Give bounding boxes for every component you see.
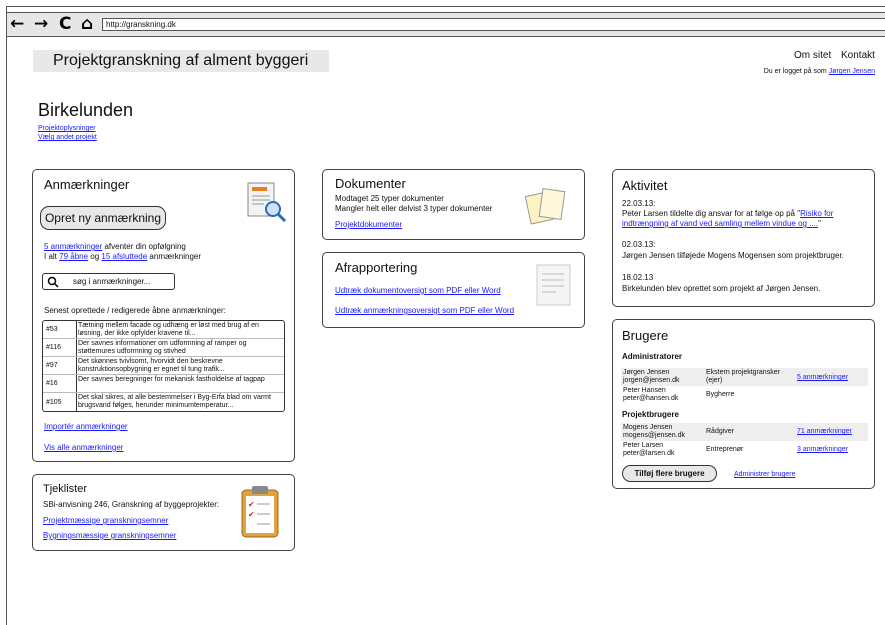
- svg-text:✔: ✔: [248, 510, 255, 519]
- user-remarks-link[interactable]: 3 anmærkninger: [797, 446, 848, 454]
- recent-remarks-label: Senest oprettede / redigerede åbne anmær…: [44, 306, 226, 315]
- user-name: Mogens Jensen: [623, 424, 673, 431]
- remark-id: #116: [46, 343, 62, 351]
- table-row[interactable]: #16 Der savnes beregninger for mekanisk f…: [43, 375, 284, 393]
- remark-text: Det skønnes tvivlsomt, hvorvidt den besk…: [78, 358, 225, 373]
- export-remarks-link[interactable]: Udtræk anmærkningsoversigt som PDF eller…: [335, 306, 514, 316]
- table-row[interactable]: #97 Det skønnes tvivlsomt, hvorvidt den b…: [43, 357, 284, 375]
- project-info-link[interactable]: Projektoplysninger: [38, 125, 96, 132]
- choose-project-link[interactable]: Vælg andet projekt: [38, 134, 97, 141]
- admins-label: Administratorer: [622, 352, 683, 361]
- forward-arrow-icon[interactable]: →: [34, 16, 48, 33]
- user-email: jorgen@jensen.dk: [623, 377, 680, 384]
- table-row[interactable]: #53 Tætning mellem facade og udhæng er lø…: [43, 321, 284, 339]
- remarks-title: Anmærkninger: [44, 177, 130, 192]
- document-search-icon: [247, 182, 287, 222]
- project-checklist-link[interactable]: Projektmæssige granskningsemner: [43, 516, 168, 526]
- remark-id: #105: [46, 399, 62, 406]
- user-role: Bygherre: [706, 391, 735, 398]
- back-arrow-icon[interactable]: ←: [10, 16, 24, 33]
- activity-text: Birkelunden blev oprettet som projekt af…: [622, 284, 821, 293]
- nav-about[interactable]: Om sitet: [794, 50, 831, 61]
- report-document-icon: [536, 264, 571, 306]
- logged-in-prefix: Du er logget på som: [763, 68, 829, 75]
- documents-received: Modtaget 25 typer dokumenter: [335, 194, 444, 203]
- activity-quote-end: ": [818, 219, 821, 228]
- project-title: Birkelunden: [38, 100, 134, 120]
- remark-text: Det skal sikres, at alle bestemmelser i …: [78, 394, 271, 409]
- user-role: Entreprenør: [706, 446, 744, 453]
- user-email: peter@hansen.dk: [623, 395, 679, 402]
- remark-text: Tætning mellem facade og udhæng er løst …: [78, 322, 259, 337]
- user-remarks-link[interactable]: 71 anmærkninger: [797, 428, 852, 436]
- and-text: og: [88, 252, 102, 261]
- reporting-title: Afrapportering: [335, 260, 418, 275]
- search-remarks-input[interactable]: søg i anmærkninger...: [42, 273, 175, 290]
- create-remark-button[interactable]: Opret ny anmærkning: [40, 206, 166, 230]
- total-suffix: anmærkninger: [147, 252, 202, 261]
- table-row[interactable]: #116 Der savnes informationer om udformni…: [43, 339, 284, 357]
- user-row: Mogens Jensen mogens@jensen.dk Rådgiver …: [621, 423, 868, 441]
- show-all-remarks-link[interactable]: Vis alle anmærkninger: [44, 443, 123, 453]
- remark-text: Der savnes beregninger for mekanisk fast…: [78, 376, 265, 383]
- users-panel: [612, 319, 875, 489]
- total-remarks-line: I alt 79 åbne og 15 afsluttede anmærknin…: [44, 252, 201, 262]
- home-icon[interactable]: ⌂: [81, 16, 93, 33]
- user-remarks-link[interactable]: 5 anmærkninger: [797, 374, 848, 382]
- svg-text:✔: ✔: [248, 500, 255, 509]
- activity-text: Peter Larsen tildelte dig ansvar for at …: [622, 209, 872, 229]
- site-title: Projektgranskning af alment byggeri: [33, 50, 329, 72]
- total-prefix: I alt: [44, 252, 60, 261]
- activity-date: 02.03.13:: [622, 240, 656, 249]
- nav-contact[interactable]: Kontakt: [841, 50, 875, 61]
- activity-message: Peter Larsen tildelte dig ansvar for at …: [622, 209, 801, 218]
- user-row: Jørgen Jensen jorgen@jensen.dk Ekstern p…: [621, 368, 868, 386]
- user-name: Peter Larsen: [623, 442, 664, 449]
- pending-remarks-link[interactable]: 5 anmærkninger: [44, 242, 102, 251]
- checklists-title: Tjeklister: [43, 483, 88, 495]
- users-title: Brugere: [622, 328, 669, 343]
- documents-icon: [525, 188, 566, 225]
- activity-date: 22.03.13:: [622, 199, 656, 208]
- user-role: Rådgiver: [706, 428, 735, 435]
- user-name: Peter Hansen: [623, 387, 666, 394]
- documents-title: Dokumenter: [335, 176, 406, 191]
- user-name: Jørgen Jensen: [623, 369, 670, 376]
- manage-users-link[interactable]: Administrer brugere: [734, 470, 795, 480]
- remark-id: #53: [46, 325, 58, 333]
- browser-toolbar: ← → C ⌂ http://granskning.dk: [7, 12, 885, 37]
- checklists-subtitle: SBi-anvisning 246, Granskning af byggepr…: [43, 500, 220, 509]
- add-users-button[interactable]: Tilføj flere brugere: [622, 465, 717, 482]
- user-link[interactable]: Jørgen Jensen: [829, 68, 875, 75]
- logged-in-status: Du er logget på som Jørgen Jensen: [764, 68, 875, 75]
- clipboard-icon: ✔✔: [241, 486, 279, 538]
- user-row: Peter Hansen peter@hansen.dk Bygherre: [621, 386, 868, 404]
- address-bar[interactable]: http://granskning.dk: [102, 18, 885, 31]
- closed-remarks-link[interactable]: 15 afsluttede: [101, 252, 147, 261]
- project-users-label: Projektbrugere: [622, 410, 679, 419]
- documents-missing: Mangler helt eller delvist 3 typer dokum…: [335, 204, 493, 213]
- user-email: peter@larsen.dk: [623, 450, 675, 457]
- remark-text: Der savnes informationer om udformning a…: [78, 340, 247, 355]
- remark-id: #16: [46, 379, 58, 387]
- search-icon: [47, 276, 59, 288]
- building-checklist-link[interactable]: Bygningsmæssige granskningsemner: [43, 531, 176, 541]
- import-remarks-link[interactable]: Importér anmærkninger: [44, 422, 128, 432]
- table-row[interactable]: #105 Det skal sikres, at alle bestemmelse…: [43, 393, 284, 411]
- pending-remarks-text: afventer din opfølgning: [102, 242, 186, 251]
- project-documents-link[interactable]: Projektdokumenter: [335, 220, 402, 230]
- activity-title: Aktivitet: [622, 178, 668, 193]
- user-row: Peter Larsen peter@larsen.dk Entreprenør…: [621, 441, 868, 459]
- search-placeholder: søg i anmærkninger...: [73, 277, 151, 286]
- open-remarks-link[interactable]: 79 åbne: [59, 252, 88, 261]
- export-documents-link[interactable]: Udtræk dokumentoversigt som PDF eller Wo…: [335, 286, 501, 296]
- remark-id: #97: [46, 361, 58, 369]
- recent-remarks-table: #53 Tætning mellem facade og udhæng er lø…: [42, 320, 285, 412]
- pending-remarks-line: 5 anmærkninger afventer din opfølgning: [44, 242, 186, 252]
- user-role: Ekstern projektgransker (ejer): [706, 369, 780, 384]
- reload-icon[interactable]: C: [59, 16, 71, 33]
- activity-date: 18.02.13: [622, 273, 654, 282]
- user-email: mogens@jensen.dk: [623, 432, 685, 439]
- activity-text: Jørgen Jensen tilføjede Mogens Mogensen …: [622, 251, 844, 260]
